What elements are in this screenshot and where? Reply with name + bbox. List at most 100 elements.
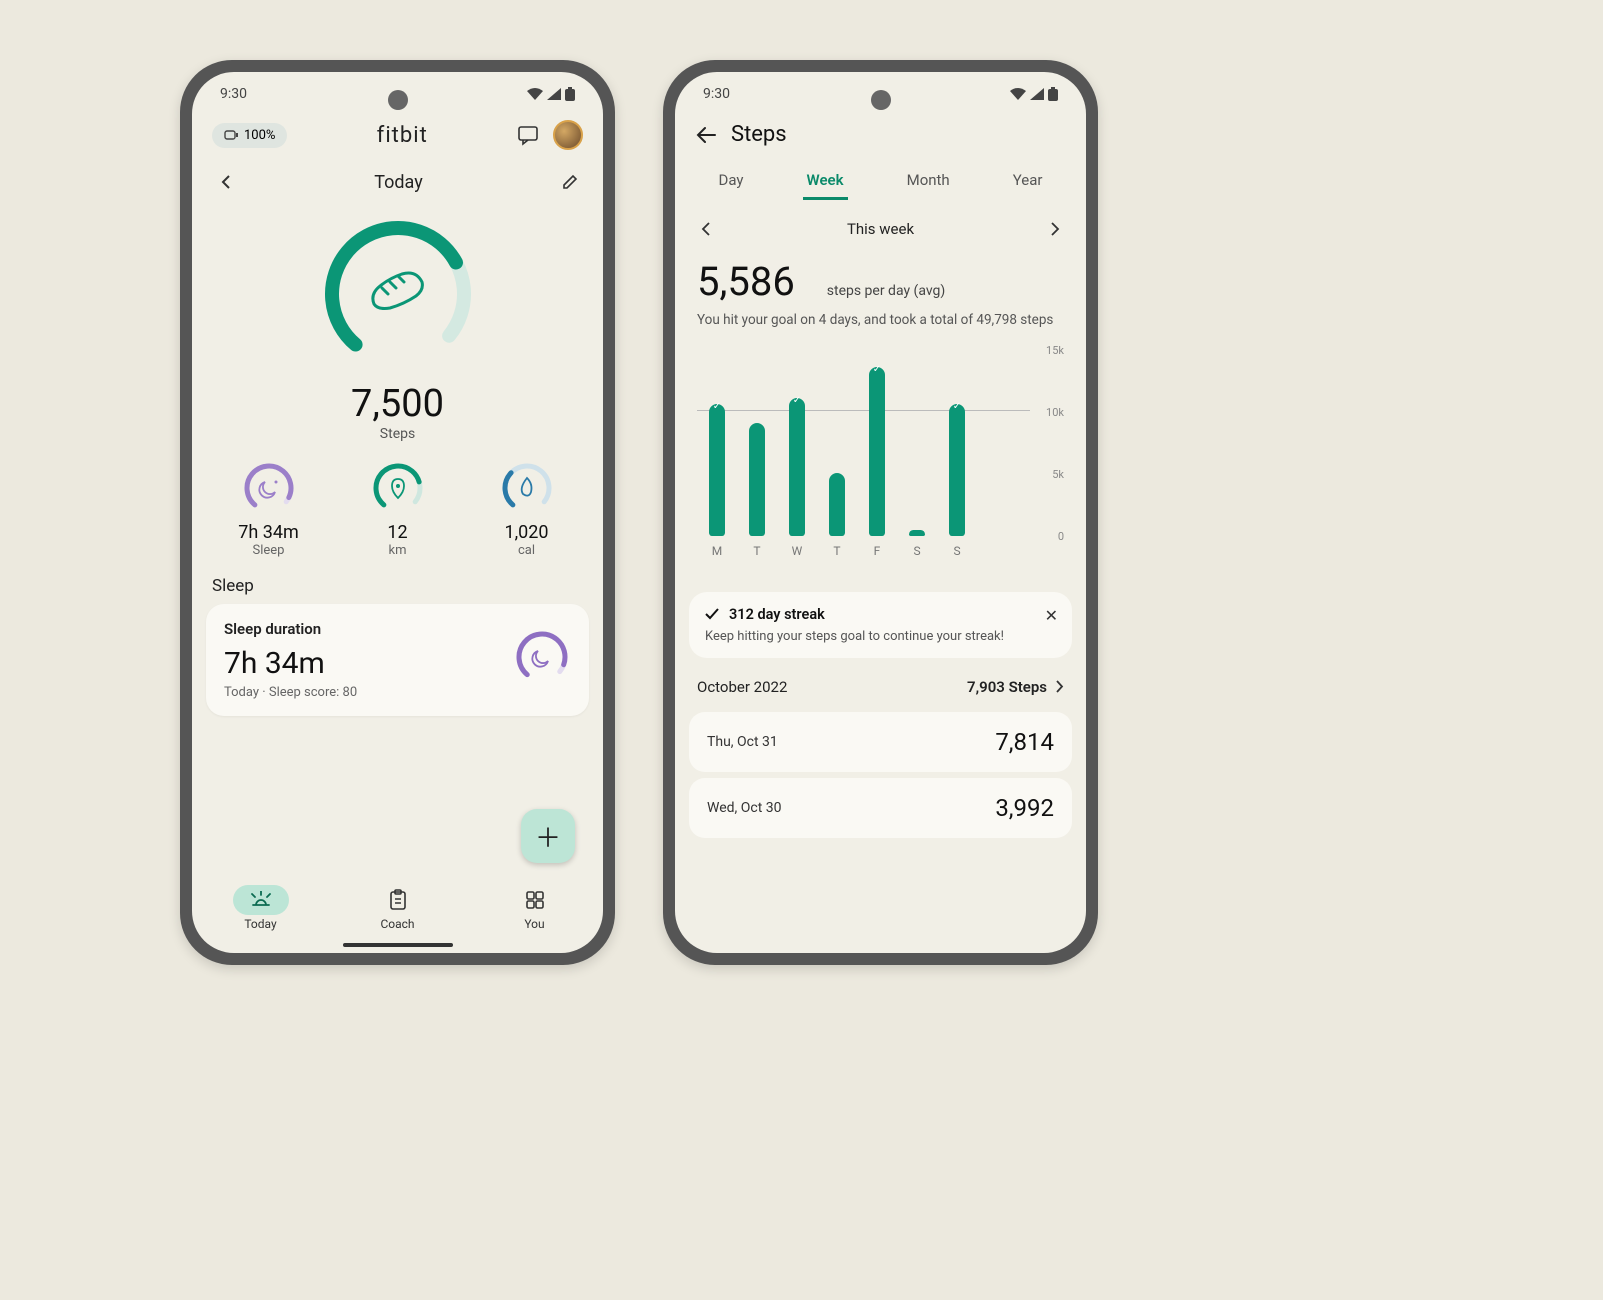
- sleep-card-ring: [513, 628, 571, 686]
- goal-hit-check-icon: ✓: [873, 364, 881, 375]
- steps-label: Steps: [192, 426, 603, 442]
- bar-t-1[interactable]: T: [749, 423, 765, 536]
- bar-s-6[interactable]: ✓S: [949, 404, 965, 536]
- sleep-card-sub: Today · Sleep score: 80: [224, 685, 571, 700]
- status-time: 9:30: [703, 86, 730, 102]
- bar-label: W: [792, 544, 803, 558]
- streak-card: 312 day streak Keep hitting your steps g…: [689, 592, 1072, 658]
- goal-line: [697, 410, 1030, 411]
- mini-sleep[interactable]: 7h 34m Sleep: [214, 460, 324, 558]
- day-row-1[interactable]: Wed, Oct 30 3,992: [689, 778, 1072, 838]
- day-row-value: 7,814: [995, 728, 1054, 756]
- steps-ring[interactable]: [318, 214, 478, 374]
- day-row-value: 3,992: [995, 794, 1054, 822]
- month-header[interactable]: October 2022 7,903 Steps: [675, 658, 1086, 706]
- nav-you[interactable]: You: [507, 885, 563, 931]
- y-tick-10k: 10k: [1046, 406, 1064, 419]
- day-row-label: Wed, Oct 30: [707, 800, 782, 816]
- mini-sleep-value: 7h 34m: [238, 522, 299, 543]
- home-indicator[interactable]: [343, 943, 453, 947]
- bar-label: T: [753, 544, 760, 558]
- steps-chart[interactable]: 15k 10k 5k 0 ✓MT✓WT✓FS✓S: [675, 342, 1086, 570]
- streak-sub: Keep hitting your steps goal to continue…: [705, 629, 1056, 644]
- mini-calories-label: cal: [472, 543, 582, 558]
- chevron-right-icon: [1055, 680, 1064, 693]
- tab-year[interactable]: Year: [1009, 163, 1047, 200]
- mini-calories[interactable]: 1,020 cal: [472, 460, 582, 558]
- period-label: This week: [847, 220, 914, 238]
- close-streak-button[interactable]: ✕: [1045, 606, 1058, 625]
- bar-f-4[interactable]: ✓F: [869, 367, 885, 536]
- next-period-button[interactable]: [1046, 218, 1064, 240]
- bar-w-2[interactable]: ✓W: [789, 398, 805, 536]
- bar-label: T: [833, 544, 840, 558]
- signal-icon: [547, 88, 561, 100]
- y-tick-0: 0: [1058, 530, 1064, 543]
- nav-coach[interactable]: Coach: [370, 885, 426, 931]
- bar-label: S: [913, 544, 920, 558]
- camera-punch: [388, 90, 408, 110]
- month-label: October 2022: [697, 678, 787, 696]
- clipboard-icon: [370, 885, 426, 915]
- nav-today-label: Today: [244, 917, 276, 931]
- bar-label: F: [874, 544, 881, 558]
- mini-distance-value: 12: [343, 522, 453, 543]
- avg-steps-label: steps per day (avg): [827, 283, 946, 299]
- messages-icon[interactable]: [517, 124, 539, 146]
- avg-steps-value: 5,586: [675, 258, 817, 305]
- shoe-icon: [372, 273, 422, 309]
- sun-icon: [233, 885, 289, 915]
- device-battery-value: 100%: [244, 128, 275, 143]
- battery-icon: [1048, 87, 1058, 101]
- battery-icon: [565, 87, 575, 101]
- bottom-nav: Today Coach You: [192, 873, 603, 953]
- bar-m-0[interactable]: ✓M: [709, 404, 725, 536]
- wifi-icon: [527, 88, 543, 100]
- prev-period-button[interactable]: [697, 218, 715, 240]
- goal-hit-check-icon: ✓: [713, 401, 721, 412]
- y-tick-5k: 5k: [1052, 468, 1064, 481]
- bar-t-3[interactable]: T: [829, 473, 845, 536]
- bar-label: M: [712, 544, 722, 558]
- mini-sleep-label: Sleep: [214, 543, 324, 558]
- edit-icon[interactable]: [561, 173, 579, 191]
- tab-day[interactable]: Day: [715, 163, 748, 200]
- watch-icon: [224, 128, 240, 142]
- prev-day-button[interactable]: [216, 170, 236, 194]
- phone-today: 9:30 100: [180, 60, 615, 965]
- nav-coach-label: Coach: [380, 917, 414, 931]
- period-tabs: Day Week Month Year: [675, 157, 1086, 200]
- plus-icon: ＋: [535, 818, 561, 855]
- bar-s-5[interactable]: S: [909, 530, 925, 536]
- phone-steps: 9:30 Steps Day Week Month Year: [663, 60, 1098, 965]
- status-time: 9:30: [220, 86, 247, 102]
- device-battery-pill[interactable]: 100%: [212, 123, 287, 148]
- nav-today[interactable]: Today: [233, 885, 289, 931]
- sleep-section-title: Sleep: [192, 576, 603, 604]
- camera-punch: [871, 90, 891, 110]
- avatar[interactable]: [553, 120, 583, 150]
- back-button[interactable]: [695, 126, 717, 144]
- tab-month[interactable]: Month: [903, 163, 954, 200]
- y-tick-15k: 15k: [1046, 344, 1064, 357]
- signal-icon: [1030, 88, 1044, 100]
- bar-label: S: [953, 544, 960, 558]
- nav-you-label: You: [524, 917, 544, 931]
- mini-distance-label: km: [343, 543, 453, 558]
- mini-distance[interactable]: 12 km: [343, 460, 453, 558]
- day-row-0[interactable]: Thu, Oct 31 7,814: [689, 712, 1072, 772]
- grid-icon: [507, 885, 563, 915]
- page-title: Steps: [731, 122, 787, 147]
- wifi-icon: [1010, 88, 1026, 100]
- tab-week[interactable]: Week: [803, 163, 848, 200]
- check-icon: [705, 608, 719, 620]
- mini-calories-value: 1,020: [472, 522, 582, 543]
- goal-hit-check-icon: ✓: [953, 401, 961, 412]
- goal-hit-check-icon: ✓: [793, 395, 801, 406]
- month-total: 7,903 Steps: [967, 678, 1047, 696]
- steps-value: 7,500: [192, 382, 603, 426]
- sleep-card[interactable]: Sleep duration 7h 34m Today · Sleep scor…: [206, 604, 589, 716]
- fab-add[interactable]: ＋: [521, 809, 575, 863]
- day-row-label: Thu, Oct 31: [707, 734, 778, 750]
- brand-label: fitbit: [377, 123, 428, 148]
